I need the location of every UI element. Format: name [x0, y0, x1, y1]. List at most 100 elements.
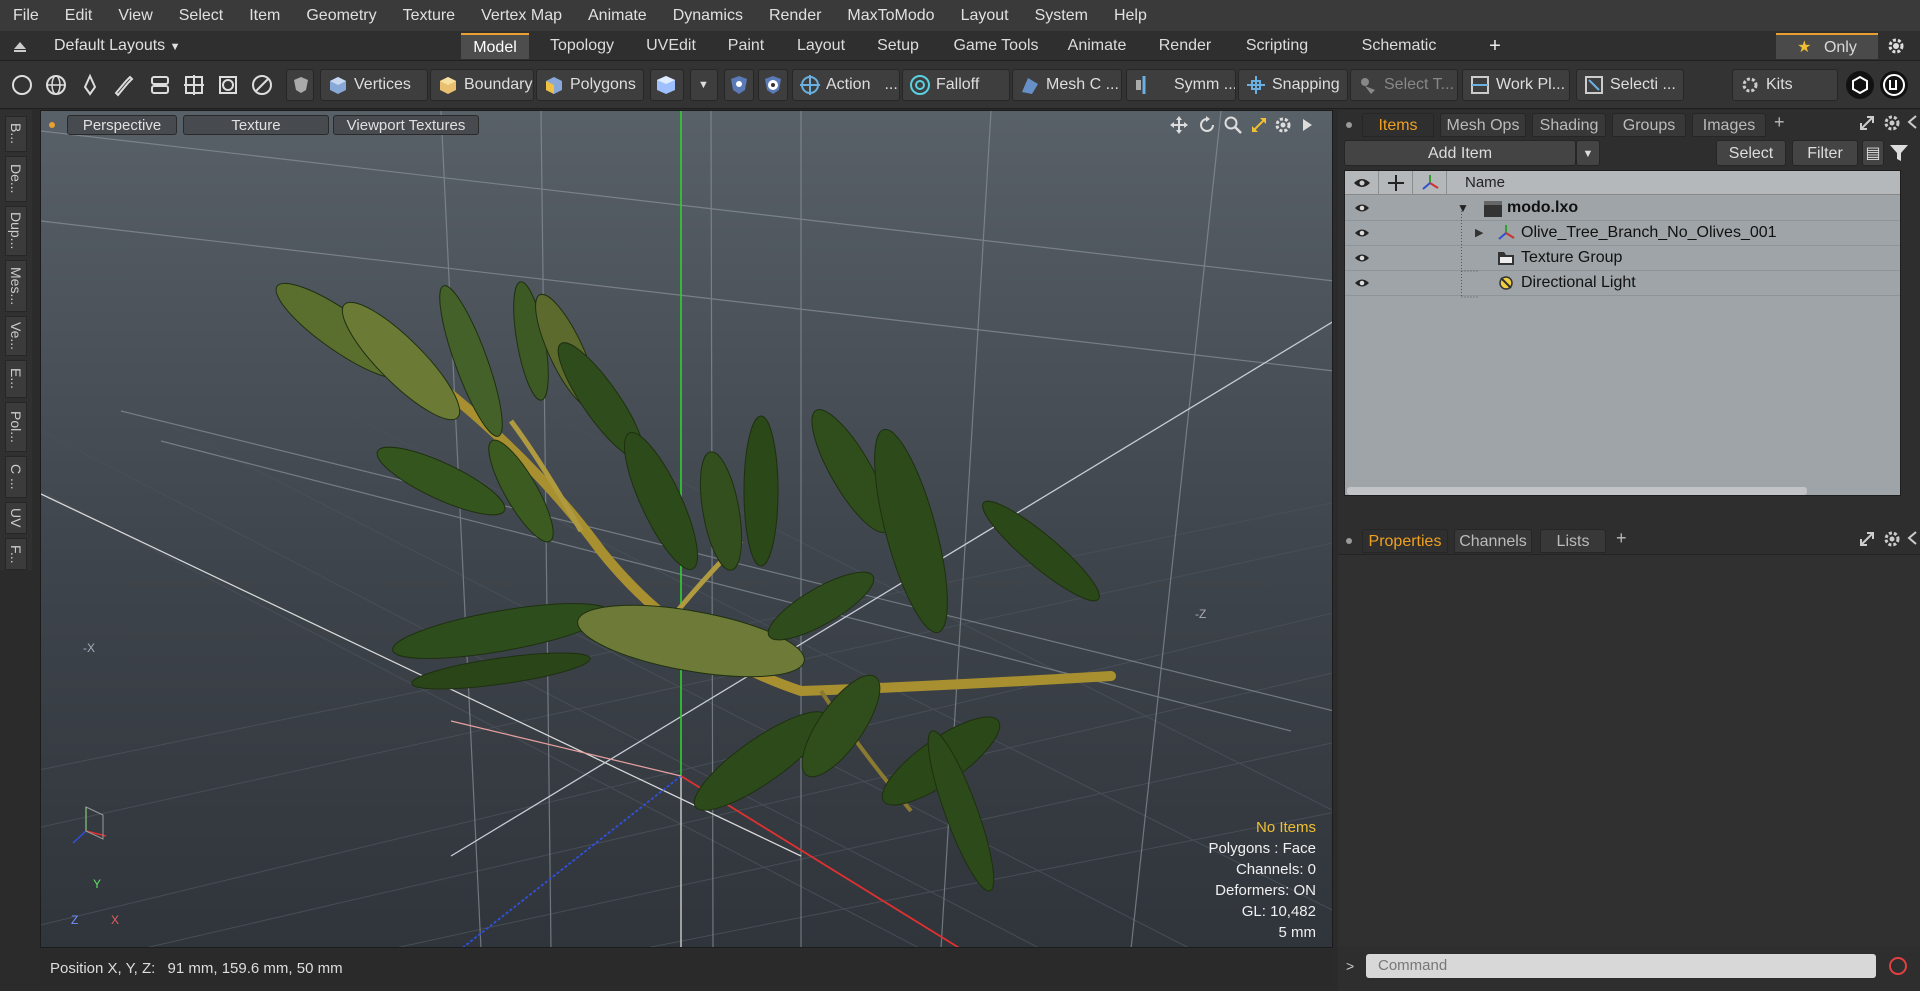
left-tab-polygon[interactable]: Pol... — [5, 402, 27, 452]
tab-schematic-fusion[interactable]: Schematic Fusion — [1336, 33, 1462, 80]
mesh-constraint-button[interactable]: Mesh C ... — [1012, 69, 1122, 101]
menu-system[interactable]: System — [1022, 7, 1101, 25]
properties-collapse-icon[interactable] — [1906, 530, 1918, 546]
shield-a-button[interactable] — [724, 69, 754, 101]
shield-b-button[interactable] — [758, 69, 788, 101]
menu-help[interactable]: Help — [1101, 7, 1160, 25]
default-layouts-dropdown[interactable]: Default Layouts ▼ — [54, 35, 181, 57]
item-mode-dropdown[interactable]: ▼ — [690, 69, 718, 101]
tab-setup[interactable]: Setup — [868, 33, 928, 59]
select-through-button[interactable]: Select T... — [1350, 69, 1458, 101]
locator-column-header[interactable] — [1413, 171, 1447, 195]
menu-texture[interactable]: Texture — [390, 7, 468, 25]
left-tab-edge[interactable]: E... — [5, 360, 27, 398]
menu-select[interactable]: Select — [166, 7, 236, 25]
menu-animate[interactable]: Animate — [575, 7, 660, 25]
frame-tool-icon[interactable] — [216, 73, 240, 97]
item-row-mesh[interactable]: ▶ Olive_Tree_Branch_No_Olives_001 — [1345, 221, 1900, 246]
rotate-icon[interactable] — [1197, 115, 1217, 135]
item-list[interactable]: Name ▼ modo.lxo ▶ Olive_Tree_Branch_No_O… — [1344, 170, 1901, 496]
left-tab-curve[interactable]: C ... — [5, 456, 27, 498]
panel-expand-icon[interactable] — [1858, 114, 1876, 132]
viewport-tab-texture[interactable]: Texture — [183, 115, 329, 135]
tab-scripting[interactable]: Scripting — [1236, 33, 1318, 59]
visibility-eye-icon[interactable] — [1354, 226, 1370, 240]
work-plane-button[interactable]: Work Pl... — [1462, 69, 1570, 101]
tab-uvedit[interactable]: UVEdit — [636, 33, 706, 59]
tab-items[interactable]: Items — [1362, 113, 1434, 137]
properties-panel-dot-icon[interactable] — [1346, 538, 1352, 544]
name-column-header[interactable]: Name — [1447, 171, 1900, 195]
left-tab-vertex[interactable]: Ve... — [5, 316, 27, 356]
select-circle-icon[interactable] — [10, 73, 34, 97]
item-list-scrollbar[interactable] — [1347, 487, 1807, 495]
filter-button[interactable]: Filter — [1792, 140, 1858, 166]
item-mode-button[interactable] — [650, 69, 684, 101]
viewport-options-icon[interactable] — [49, 122, 55, 128]
menu-layout[interactable]: Layout — [948, 7, 1022, 25]
menu-vertex-map[interactable]: Vertex Map — [468, 7, 575, 25]
visibility-column-header[interactable] — [1345, 171, 1379, 195]
left-tab-fusion[interactable]: F... — [5, 538, 27, 570]
tab-groups[interactable]: Groups — [1612, 113, 1686, 137]
pan-icon[interactable] — [1169, 115, 1189, 135]
left-tab-uv[interactable]: UV — [5, 502, 27, 534]
visibility-eye-icon[interactable] — [1354, 201, 1370, 215]
tab-game-tools[interactable]: Game Tools — [948, 33, 1044, 59]
left-tab-basic[interactable]: B... — [5, 116, 27, 152]
tab-mesh-ops[interactable]: Mesh Ops — [1440, 113, 1526, 137]
menu-geometry[interactable]: Geometry — [293, 7, 389, 25]
symmetry-button[interactable]: Symm ... — [1126, 69, 1236, 101]
select-button[interactable]: Select — [1716, 140, 1786, 166]
pen-tool-icon[interactable] — [78, 73, 102, 97]
action-button[interactable]: Action... — [792, 69, 900, 101]
visibility-eye-icon[interactable] — [1354, 251, 1370, 265]
filter-funnel-icon[interactable] — [1888, 143, 1910, 163]
loop-tool-icon[interactable] — [148, 73, 172, 97]
menu-maxtomodo[interactable]: MaxToModo — [834, 7, 947, 25]
command-record-icon[interactable] — [1886, 954, 1910, 978]
tab-animate[interactable]: Animate — [1060, 33, 1134, 59]
unreal-logo-icon[interactable] — [1880, 71, 1908, 99]
add-properties-tab-icon[interactable]: + — [1616, 528, 1627, 549]
tab-images[interactable]: Images — [1692, 113, 1766, 137]
add-item-button[interactable]: Add Item — [1344, 140, 1576, 166]
item-row-directional-light[interactable]: Directional Light — [1345, 271, 1900, 296]
menu-render[interactable]: Render — [756, 7, 834, 25]
tab-paint[interactable]: Paint — [718, 33, 774, 59]
properties-gear-icon[interactable] — [1882, 529, 1902, 549]
add-tab-icon[interactable]: + — [1482, 33, 1508, 59]
only-toggle[interactable]: ★ Only — [1776, 33, 1878, 59]
list-options-button[interactable]: ▤ — [1862, 140, 1884, 166]
tab-model[interactable]: Model — [461, 33, 529, 59]
add-item-dropdown[interactable]: ▼ — [1576, 140, 1600, 166]
boundary-button[interactable]: Boundary — [430, 69, 534, 101]
item-row-scene[interactable]: ▼ modo.lxo — [1345, 196, 1900, 221]
polygons-button[interactable]: Polygons — [536, 69, 644, 101]
add-panel-tab-icon[interactable]: + — [1774, 112, 1785, 133]
menu-view[interactable]: View — [105, 7, 165, 25]
panel-collapse-icon[interactable] — [1906, 114, 1918, 130]
panel-gear-icon[interactable] — [1882, 113, 1902, 133]
tab-layout[interactable]: Layout — [786, 33, 856, 59]
menu-dynamics[interactable]: Dynamics — [660, 7, 756, 25]
tab-topology[interactable]: Topology — [540, 33, 624, 59]
command-input[interactable]: Command — [1366, 954, 1876, 978]
kits-button[interactable]: Kits — [1732, 69, 1838, 101]
lock-column-header[interactable] — [1379, 171, 1413, 195]
left-tab-deform[interactable]: De... — [5, 156, 27, 202]
tab-render[interactable]: Render — [1150, 33, 1220, 59]
left-tab-mesh[interactable]: Mes... — [5, 260, 27, 312]
left-tab-duplicate[interactable]: Dup... — [5, 206, 27, 256]
viewport-tab-perspective[interactable]: Perspective — [67, 115, 177, 135]
play-arrow-icon[interactable] — [1301, 118, 1313, 132]
viewport-tab-viewport-textures[interactable]: Viewport Textures — [333, 115, 479, 135]
visibility-eye-icon[interactable] — [1354, 276, 1370, 290]
zoom-icon[interactable] — [1223, 115, 1243, 135]
layout-collapse-icon[interactable] — [12, 39, 28, 53]
circle-slash-icon[interactable] — [250, 73, 274, 97]
globe-icon[interactable] — [44, 73, 68, 97]
tab-channels[interactable]: Channels — [1454, 529, 1532, 553]
tab-properties[interactable]: Properties — [1362, 529, 1448, 553]
layout-settings-gear-icon[interactable] — [1886, 36, 1906, 56]
